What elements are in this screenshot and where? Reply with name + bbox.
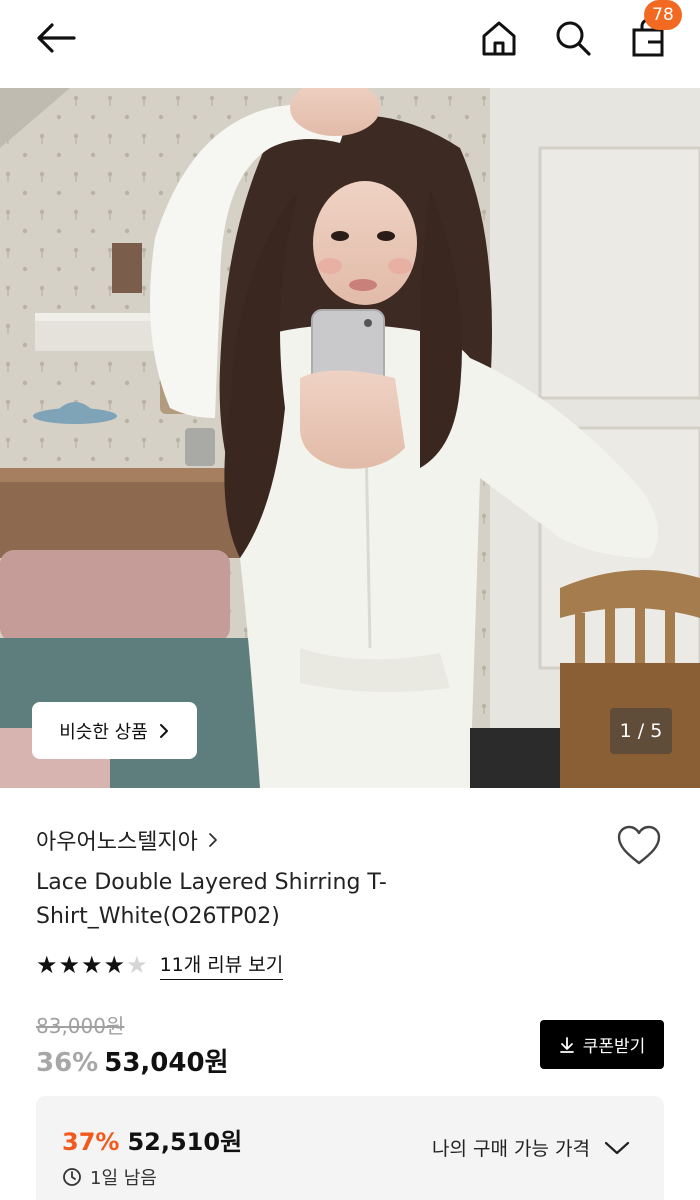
rating-row: ★ ★ ★ ★ ★ 11개 리뷰 보기 <box>36 950 284 980</box>
chevron-down-icon <box>604 1141 630 1154</box>
similar-products-button[interactable]: 비슷한 상품 <box>32 702 197 759</box>
wishlist-button[interactable] <box>615 822 663 870</box>
image-counter: 1 / 5 <box>610 708 672 754</box>
brand-name: 아우어노스텔지아 <box>36 830 198 855</box>
my-price-dropdown[interactable]: 나의 구매 가능 가격 <box>432 1134 630 1161</box>
discount-percent: 36% <box>36 1048 99 1078</box>
star-filled-icon: ★ <box>58 951 81 979</box>
home-icon <box>482 21 516 56</box>
chevron-right-icon <box>159 723 168 738</box>
back-arrow-icon <box>37 23 76 53</box>
time-left: 1일 남음 <box>62 1164 157 1190</box>
clock-icon <box>63 1168 81 1186</box>
product-photo <box>0 88 700 788</box>
cart-count-badge: 78 <box>644 0 682 30</box>
promo-price: 52,510원 <box>127 1128 243 1156</box>
search-icon <box>556 21 591 56</box>
time-left-label: 1일 남음 <box>90 1168 157 1189</box>
star-rating: ★ ★ ★ ★ ★ <box>36 953 148 977</box>
my-price-label: 나의 구매 가능 가격 <box>432 1138 590 1160</box>
star-filled-icon: ★ <box>36 951 58 979</box>
chevron-right-icon <box>209 833 217 847</box>
back-button[interactable] <box>32 14 80 62</box>
home-button[interactable] <box>475 14 523 62</box>
star-filled-icon: ★ <box>103 951 126 979</box>
brand-link[interactable]: 아우어노스텔지아 <box>36 824 218 856</box>
top-app-bar: 78 <box>0 0 700 88</box>
promo-percent: 37% <box>62 1128 120 1156</box>
star-empty-icon: ★ <box>126 951 148 979</box>
sale-price-row: 36% 53,040원 <box>36 1042 229 1079</box>
heart-icon <box>617 825 661 865</box>
similar-products-label: 비슷한 상품 <box>59 721 148 743</box>
coupon-label: 쿠폰받기 <box>582 1037 646 1057</box>
product-image-carousel[interactable]: 비슷한 상품 1 / 5 <box>0 88 700 788</box>
sale-price: 53,040원 <box>104 1048 229 1078</box>
star-filled-icon: ★ <box>81 951 103 979</box>
original-price: 83,000원 <box>36 1014 125 1038</box>
product-title: Lace Double Layered Shirring T-Shirt_Whi… <box>36 870 387 929</box>
download-icon <box>559 1036 574 1053</box>
review-link[interactable]: 11개 리뷰 보기 <box>159 950 284 980</box>
search-button[interactable] <box>549 14 597 62</box>
my-price-panel[interactable]: 37% 52,510원 1일 남음 나의 구매 가능 가격 <box>36 1096 664 1200</box>
promo-price-row: 37% 52,510원 <box>62 1122 242 1157</box>
coupon-button[interactable]: 쿠폰받기 <box>540 1020 664 1069</box>
